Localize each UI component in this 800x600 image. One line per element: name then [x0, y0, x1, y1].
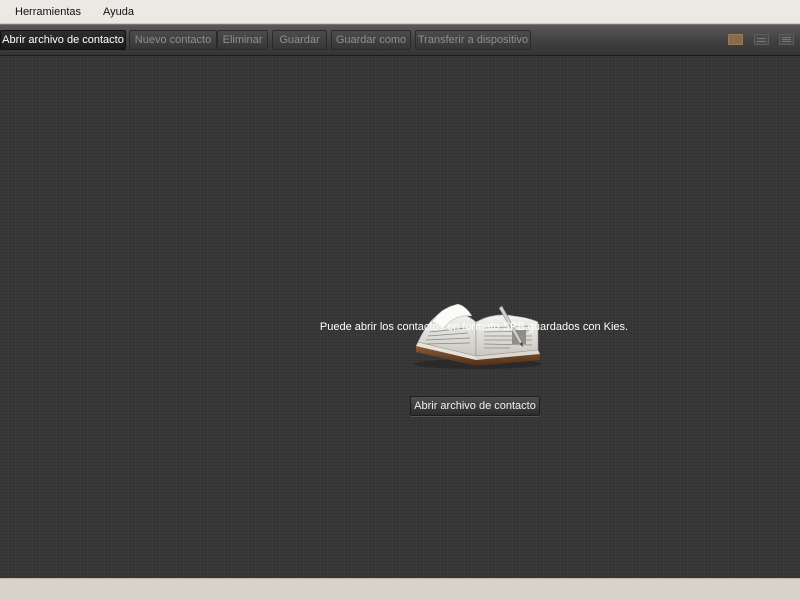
toolbar: Abrir archivo de contacto Nuevo contacto…	[0, 24, 800, 56]
contacts-panel: Puede abrir los contactos en formato SPB…	[0, 56, 800, 578]
card-view-icon[interactable]	[728, 34, 743, 45]
menu-herramientas[interactable]: Herramientas	[15, 6, 81, 18]
save-as-button[interactable]: Guardar como	[331, 30, 411, 50]
new-contact-button[interactable]: Nuevo contacto	[129, 30, 217, 50]
delete-button[interactable]: Eliminar	[217, 30, 268, 50]
status-bar	[0, 578, 800, 600]
menu-bar: Herramientas Ayuda	[0, 0, 800, 24]
menu-ayuda[interactable]: Ayuda	[103, 6, 134, 18]
list-view-icon[interactable]	[754, 34, 769, 45]
save-button[interactable]: Guardar	[272, 30, 327, 50]
detail-view-icon[interactable]	[779, 34, 794, 45]
open-contact-file-button[interactable]: Abrir archivo de contacto	[0, 30, 126, 50]
empty-state-message: Puede abrir los contactos en formato SPB…	[319, 321, 629, 333]
open-book-icon	[414, 303, 542, 369]
open-contact-file-main-button[interactable]: Abrir archivo de contacto	[410, 396, 540, 416]
transfer-to-device-button[interactable]: Transferir a dispositivo	[415, 30, 531, 50]
